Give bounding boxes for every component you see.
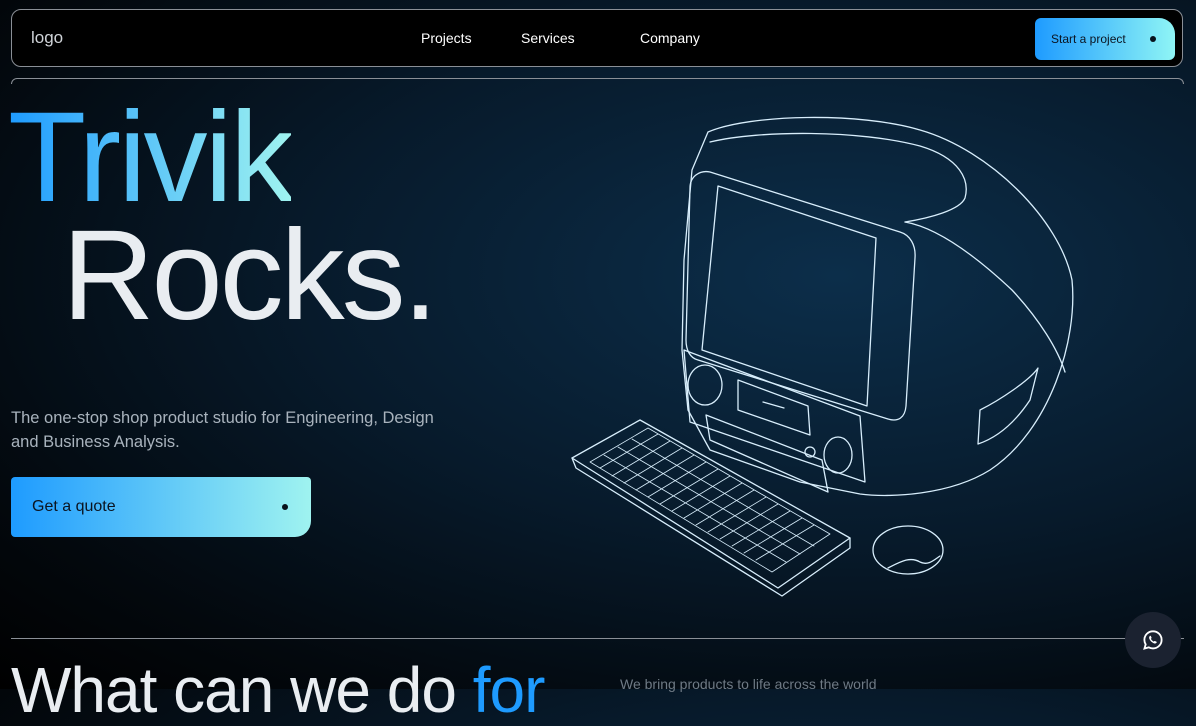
start-project-label: Start a project — [1051, 32, 1126, 46]
front-panel — [683, 349, 866, 483]
get-quote-button[interactable]: Get a quote — [11, 477, 311, 537]
section-side-text: We bring products to life across the wor… — [620, 676, 877, 692]
start-project-button[interactable]: Start a project — [1035, 18, 1175, 60]
dot-icon — [1150, 36, 1156, 42]
keyboard — [571, 419, 851, 589]
drive-opening — [762, 401, 785, 409]
section-divider — [11, 638, 1184, 639]
mouse — [872, 525, 944, 575]
logo[interactable]: logo — [31, 28, 63, 48]
section-heading: What can we do for — [11, 654, 546, 726]
hero-title-line2: Rocks. — [62, 204, 438, 347]
nav-link-projects[interactable]: Projects — [421, 30, 472, 46]
whatsapp-icon — [1143, 630, 1163, 650]
drive-slot — [737, 379, 811, 436]
section-heading-accent: for — [472, 654, 546, 726]
retro-computer-illustration — [571, 116, 1074, 597]
nav-link-company[interactable]: Company — [640, 30, 700, 46]
whatsapp-button[interactable] — [1125, 612, 1181, 668]
monitor-side — [904, 221, 1066, 373]
get-quote-label: Get a quote — [32, 498, 116, 515]
dot-icon — [282, 504, 288, 510]
screen-bezel — [685, 170, 916, 421]
speaker-right — [823, 436, 853, 474]
monitor-top — [709, 132, 967, 223]
nav-link-services[interactable]: Services — [521, 30, 575, 46]
mouse-cable-mark — [887, 555, 941, 569]
screen — [701, 185, 877, 407]
section-heading-main: What can we do — [11, 654, 473, 726]
hero-subtitle: The one-stop shop product studio for Eng… — [11, 409, 434, 451]
divider — [11, 78, 1184, 84]
speaker-left — [687, 364, 723, 406]
top-nav: logo Projects Services Company Start a p… — [11, 9, 1183, 67]
keyboard-edge — [571, 457, 851, 597]
